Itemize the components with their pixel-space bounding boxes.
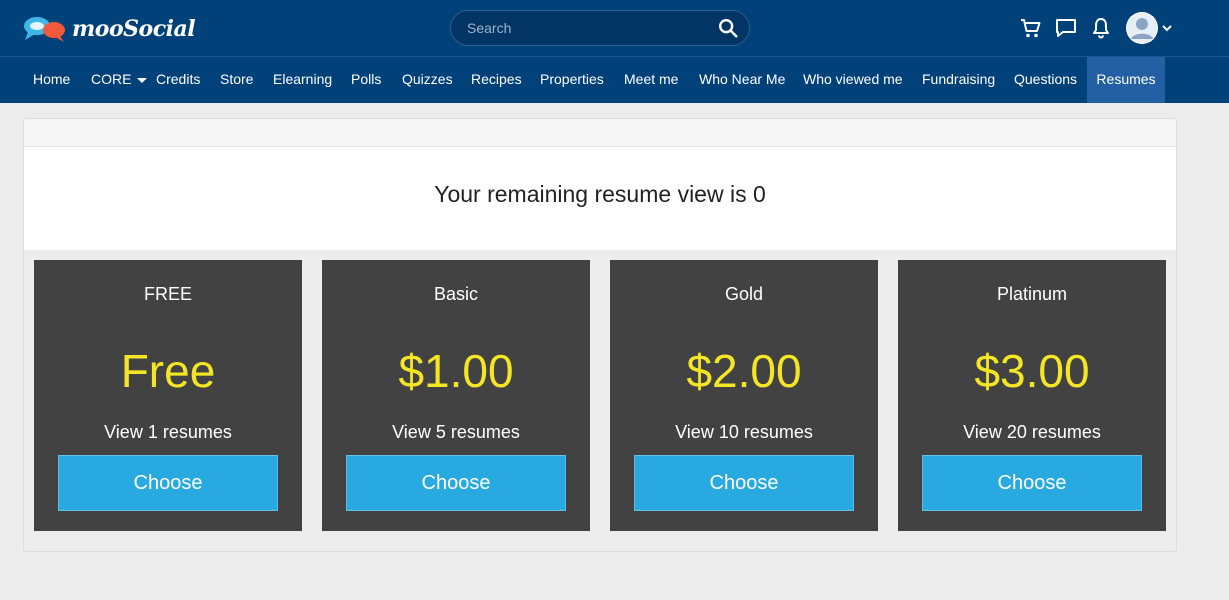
- search-input[interactable]: [467, 11, 707, 45]
- plan-name: Gold: [724, 284, 764, 304]
- logo[interactable]: mooSocial: [22, 14, 196, 44]
- user-silhouette-icon: [1127, 13, 1157, 43]
- remaining-views-text: Your remaining resume view is 0: [434, 181, 766, 207]
- nav-item-quizzes[interactable]: Quizzes: [392, 57, 463, 103]
- logo-text: mooSocial: [72, 16, 196, 42]
- plan-price: $2.00: [686, 345, 802, 397]
- choose-button-free[interactable]: Choose: [58, 455, 278, 511]
- nav-item-meet-me[interactable]: Meet me: [614, 57, 688, 103]
- nav-item-questions[interactable]: Questions: [1004, 57, 1087, 103]
- nav-item-recipes[interactable]: Recipes: [461, 57, 532, 103]
- plan-description: View 1 resumes: [104, 422, 232, 442]
- card-header: [24, 119, 1176, 147]
- bell-icon[interactable]: [1089, 16, 1113, 40]
- choose-button-gold[interactable]: Choose: [634, 455, 854, 511]
- card-body: Your remaining resume view is 0: [24, 147, 1176, 250]
- nav-item-elearning[interactable]: Elearning: [263, 57, 342, 103]
- nav-item-properties[interactable]: Properties: [530, 57, 614, 103]
- avatar[interactable]: [1126, 12, 1158, 44]
- plan-description: View 10 resumes: [675, 422, 813, 442]
- nav-item-resumes[interactable]: Resumes: [1087, 57, 1165, 103]
- plan-card-gold: Gold $2.00 View 10 resumes Choose: [610, 260, 878, 531]
- user-menu[interactable]: [1126, 12, 1176, 44]
- plan-name: FREE: [143, 284, 192, 304]
- plan-card-free: FREE Free View 1 resumes Choose: [34, 260, 302, 531]
- plan-card-basic: Basic $1.00 View 5 resumes Choose: [322, 260, 590, 531]
- chat-icon[interactable]: [1054, 16, 1078, 40]
- nav-item-fundraising[interactable]: Fundraising: [912, 57, 1005, 103]
- search-box: [450, 10, 750, 46]
- chevron-down-icon[interactable]: [1161, 22, 1173, 34]
- resume-packages-card: Your remaining resume view is 0 FREE Fre…: [23, 118, 1177, 552]
- nav-item-home[interactable]: Home: [23, 57, 80, 103]
- search-icon[interactable]: [717, 17, 739, 39]
- main-nav: Home CORE Credits Store Elearning Polls …: [0, 56, 1229, 103]
- plan-description: View 5 resumes: [392, 422, 520, 442]
- plan-card-platinum: Platinum $3.00 View 20 resumes Choose: [898, 260, 1166, 531]
- top-header: mooSocial: [0, 0, 1229, 56]
- plan-price: Free: [120, 345, 216, 397]
- logo-bubbles-icon: [24, 17, 65, 42]
- nav-item-credits[interactable]: Credits: [146, 57, 210, 103]
- choose-button-basic[interactable]: Choose: [346, 455, 566, 511]
- plan-price: $1.00: [398, 345, 514, 397]
- nav-item-store[interactable]: Store: [210, 57, 263, 103]
- plan-name: Basic: [433, 284, 478, 304]
- choose-button-platinum[interactable]: Choose: [922, 455, 1142, 511]
- plan-price: $3.00: [974, 345, 1090, 397]
- cart-icon[interactable]: [1019, 16, 1043, 40]
- nav-item-polls[interactable]: Polls: [341, 57, 391, 103]
- plan-name: Platinum: [996, 284, 1068, 304]
- plan-description: View 20 resumes: [963, 422, 1101, 442]
- nav-item-who-near-me[interactable]: Who Near Me: [689, 57, 795, 103]
- nav-item-who-viewed-me[interactable]: Who viewed me: [793, 57, 913, 103]
